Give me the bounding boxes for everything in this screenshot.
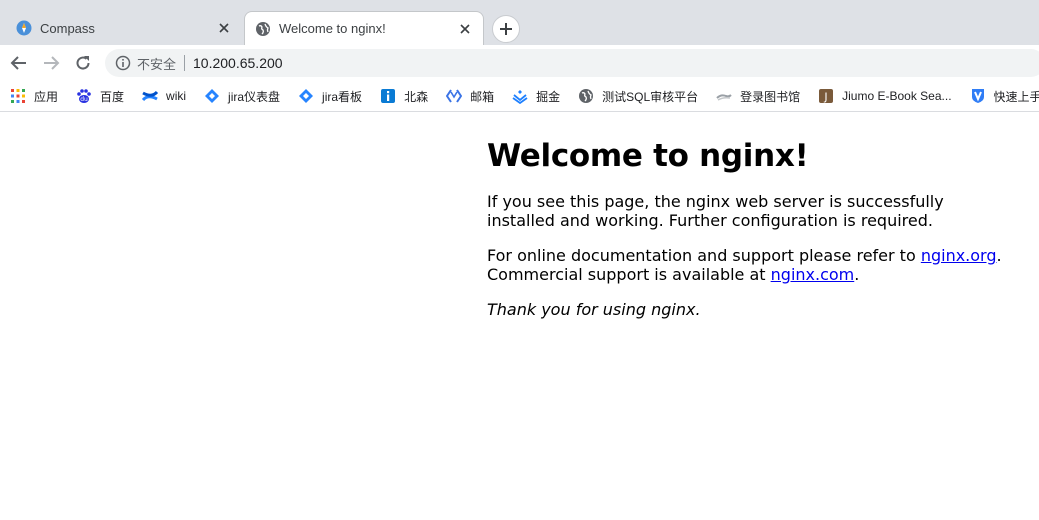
toolbar: 不安全 10.200.65.200	[0, 45, 1039, 81]
tab-strip: Compass Welcome to nginx!	[0, 0, 1039, 48]
intro-paragraph: If you see this page, the nginx web serv…	[487, 192, 944, 230]
bookmark-sql-audit[interactable]: 测试SQL审核平台	[568, 84, 706, 108]
svg-text:J: J	[824, 91, 828, 104]
globe-icon	[578, 88, 594, 104]
nginx-welcome-content: Welcome to nginx! If you see this page, …	[487, 130, 1007, 335]
bookmarks-bar: 应用 du 百度 wiki jira仪表盘 jira看板 北森 邮箱 掘金 测试…	[0, 81, 1039, 112]
divider	[184, 55, 186, 71]
plus-icon	[500, 23, 512, 35]
commercial-text: Commercial support is available at	[487, 265, 771, 284]
docs-period: .	[996, 246, 1002, 265]
reload-button[interactable]	[72, 52, 94, 74]
bookmark-label: Jiumo E-Book Sea...	[842, 89, 952, 103]
library-icon	[716, 88, 732, 104]
svg-text:du: du	[80, 96, 88, 103]
jira-icon	[204, 88, 220, 104]
security-label[interactable]: 不安全	[137, 54, 176, 73]
tab-title: Welcome to nginx!	[279, 21, 386, 36]
close-icon[interactable]	[216, 20, 232, 36]
bookmark-label: jira仪表盘	[228, 89, 281, 104]
apps-grid-icon	[10, 88, 26, 104]
juejin-icon	[512, 88, 528, 104]
thanks-paragraph: Thank you for using nginx.	[487, 300, 1007, 319]
page-viewport: Welcome to nginx! If you see this page, …	[0, 112, 1039, 520]
jiumo-icon: J	[818, 88, 834, 104]
nginx-org-link[interactable]: nginx.org	[921, 246, 997, 265]
bookmark-label: 应用	[34, 89, 59, 104]
new-tab-button[interactable]	[492, 15, 520, 43]
globe-icon	[255, 21, 271, 37]
mail-brackets-icon	[446, 88, 463, 104]
bookmark-label: 邮箱	[470, 89, 495, 104]
shield-v-icon	[970, 88, 986, 104]
bookmark-label: 北森	[404, 89, 429, 104]
nginx-com-link[interactable]: nginx.com	[771, 265, 855, 284]
docs-text: For online documentation and support ple…	[487, 246, 921, 265]
bookmark-apps[interactable]: 应用	[0, 84, 66, 108]
tab-title: Compass	[40, 20, 95, 36]
url-text[interactable]: 10.200.65.200	[193, 55, 283, 71]
bookmark-label: wiki	[166, 89, 187, 103]
tab-nginx[interactable]: Welcome to nginx!	[244, 11, 484, 45]
bookmark-label: 登录图书馆	[740, 89, 801, 104]
bookmark-beisen[interactable]: 北森	[370, 84, 436, 108]
bookmark-label: 测试SQL审核平台	[602, 89, 699, 104]
bookmark-baidu[interactable]: du 百度	[66, 84, 132, 108]
address-bar[interactable]: 不安全 10.200.65.200	[105, 49, 1039, 77]
bookmark-label: jira看板	[322, 89, 363, 104]
bookmark-library[interactable]: 登录图书馆	[706, 84, 808, 108]
commercial-period: .	[854, 265, 860, 284]
bookmark-wiki[interactable]: wiki	[132, 84, 194, 108]
back-button[interactable]	[8, 52, 30, 74]
forward-button[interactable]	[40, 52, 62, 74]
compass-icon	[16, 20, 32, 36]
bookmark-label: 掘金	[536, 89, 561, 104]
bookmark-mail[interactable]: 邮箱	[436, 84, 502, 108]
arrow-right-icon	[44, 56, 60, 70]
info-badge-icon	[380, 88, 396, 104]
info-icon[interactable]	[115, 55, 131, 71]
close-icon[interactable]	[457, 21, 473, 37]
bookmark-label: 百度	[100, 89, 125, 104]
baidu-paw-icon: du	[76, 88, 92, 104]
jira-icon	[298, 88, 314, 104]
bookmark-label: 快速上手 -	[993, 89, 1039, 104]
page-heading: Welcome to nginx!	[487, 138, 809, 174]
docs-paragraph: For online documentation and support ple…	[487, 246, 1007, 284]
bookmark-quickstart[interactable]: 快速上手 -	[960, 84, 1039, 108]
bookmark-jiumo[interactable]: J Jiumo E-Book Sea...	[808, 84, 959, 108]
bookmark-juejin[interactable]: 掘金	[502, 84, 568, 108]
bookmark-jira-board[interactable]: jira看板	[288, 84, 370, 108]
reload-icon	[76, 56, 90, 70]
arrow-left-icon	[10, 56, 26, 70]
tab-compass[interactable]: Compass	[6, 12, 242, 44]
bookmark-jira-dashboard[interactable]: jira仪表盘	[194, 84, 288, 108]
thanks-text: Thank you for using nginx.	[487, 300, 701, 319]
confluence-icon	[142, 88, 159, 104]
